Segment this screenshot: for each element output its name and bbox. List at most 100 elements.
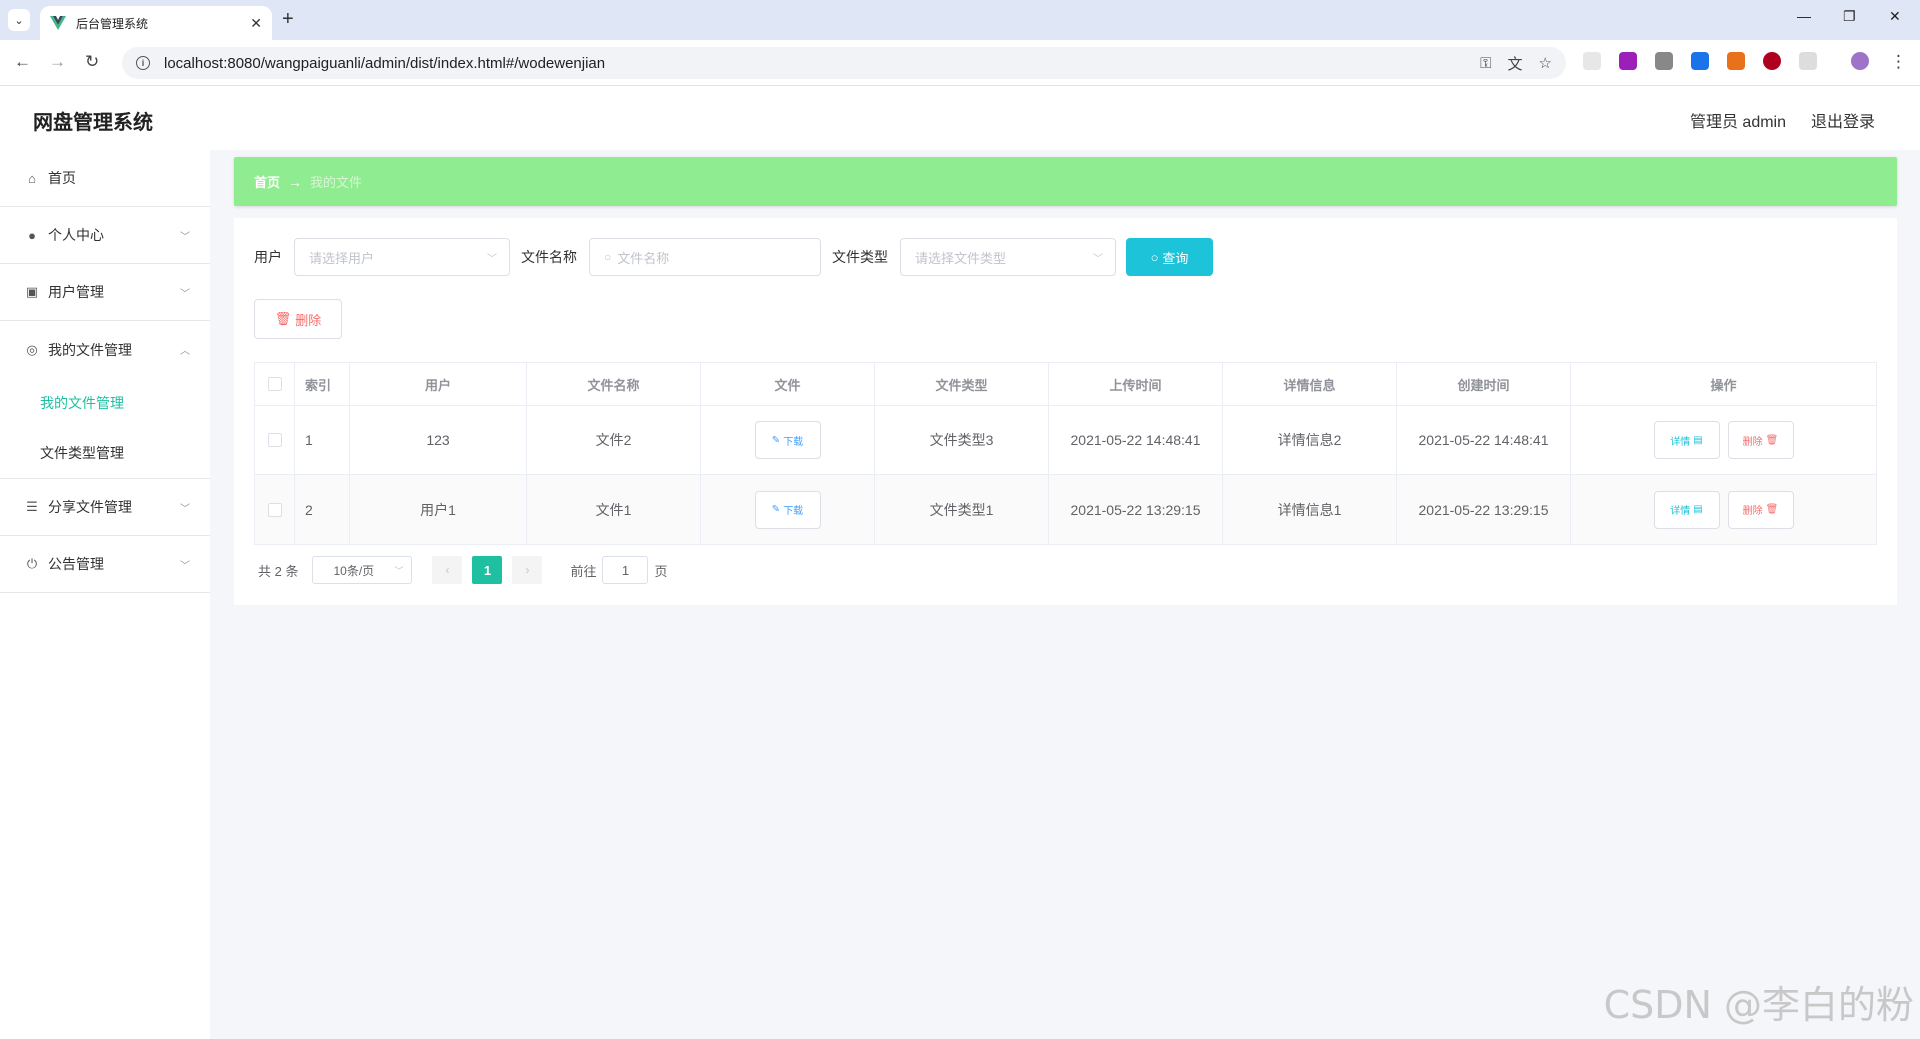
site-info-icon[interactable]: i — [136, 56, 150, 70]
submenu-item-my-files[interactable]: 我的文件管理 — [0, 378, 210, 428]
header-upload-time: 上传时间 — [1049, 363, 1223, 405]
compass-icon: ◎ — [26, 341, 38, 357]
sidebar-item-home[interactable]: ⌂ 首页 — [0, 150, 210, 207]
row-checkbox-cell — [255, 475, 295, 544]
sidebar: ⌂ 首页 ● 个人中心 ﹀ ▣ 用户管理 ﹀ ◎ 我的文件管理 ︿ 我的文件管理… — [0, 150, 210, 1039]
detail-button[interactable]: 详情 ▤ — [1653, 421, 1720, 459]
sidebar-item-shared-files[interactable]: ☰ 分享文件管理 ﹀ — [0, 479, 210, 536]
delete-label: 删除 — [1742, 506, 1763, 517]
detail-button[interactable]: 详情 ▤ — [1653, 490, 1720, 529]
cell-file-name: 文件1 — [527, 475, 701, 544]
cell-create-time: 2021-05-22 14:48:41 — [1397, 406, 1571, 474]
bookmark-star-icon[interactable]: ☆ — [1539, 54, 1552, 72]
app-header: 网盘管理系统 管理员 admin 退出登录 — [0, 86, 1920, 150]
browser-tab-bar: ⌄ 后台管理系统 ✕ + — ❐ ✕ — [0, 0, 1920, 40]
query-button[interactable]: ○ 查询 — [1126, 238, 1213, 276]
cell-file: ✎ 下载 — [701, 406, 875, 474]
extension-gray-icon[interactable] — [1655, 52, 1673, 70]
sidebar-item-users[interactable]: ▣ 用户管理 ﹀ — [0, 264, 210, 321]
type-filter-label: 文件类型 — [832, 249, 888, 265]
select-all-checkbox[interactable] — [267, 377, 282, 391]
breadcrumb-arrow-icon: → — [288, 173, 303, 190]
download-button[interactable]: ✎ 下载 — [754, 490, 821, 529]
row-checkbox[interactable] — [267, 433, 282, 447]
reload-icon[interactable]: ↻ — [85, 52, 99, 72]
header-create-time: 创建时间 — [1397, 363, 1571, 405]
extension-purple-icon[interactable] — [1619, 52, 1637, 70]
delete-row-button[interactable]: 删除 🗑 — [1727, 421, 1794, 459]
key-icon[interactable]: ⚿ — [1480, 55, 1491, 72]
delete-label: 删除 — [1742, 436, 1763, 448]
user-filter-label: 用户 — [254, 249, 282, 265]
sidebar-item-my-files[interactable]: ◎ 我的文件管理 ︿ — [0, 321, 210, 378]
translate-icon[interactable]: 文 — [1508, 53, 1523, 74]
forward-icon[interactable]: → — [49, 52, 66, 72]
chevron-down-icon: ﹀ — [180, 503, 190, 515]
address-bar[interactable]: i localhost:8080/wangpaiguanli/admin/dis… — [122, 47, 1566, 79]
file-type-select[interactable]: 请选择文件类型 ﹀ — [900, 238, 1116, 276]
cell-actions: 详情 ▤ 删除 🗑 — [1571, 475, 1876, 544]
sidebar-item-announcements[interactable]: ⏻ 公告管理 ﹀ — [0, 536, 210, 593]
user-select[interactable]: 请选择用户 ﹀ — [294, 238, 510, 276]
header-file-name: 文件名称 — [527, 363, 701, 405]
trash-icon: 🗑 — [1765, 434, 1779, 446]
table-header-row: 索引 用户 文件名称 文件 文件类型 上传时间 详情信息 创建时间 操作 — [255, 363, 1876, 406]
trash-icon: 🗑 — [274, 311, 292, 326]
row-checkbox-cell — [255, 406, 295, 474]
window-close-icon[interactable]: ✕ — [1889, 8, 1901, 25]
file-name-input[interactable]: ○ 文件名称 — [589, 238, 821, 276]
chevron-down-icon: ﹀ — [180, 560, 190, 572]
extension-cursor-icon[interactable] — [1583, 52, 1601, 70]
batch-delete-button[interactable]: 🗑 删除 — [254, 299, 342, 339]
new-tab-icon[interactable]: + — [282, 8, 294, 31]
download-label: 下载 — [783, 436, 804, 448]
logout-link[interactable]: 退出登录 — [1811, 108, 1875, 132]
goto-page-input[interactable]: 1 — [602, 556, 649, 584]
breadcrumb: 首页 → 我的文件 — [234, 157, 1897, 206]
minimize-icon[interactable]: — — [1797, 8, 1811, 24]
detail-label: 详情 — [1670, 436, 1691, 448]
clipboard-icon: ▣ — [25, 284, 39, 299]
cell-file-name: 文件2 — [527, 406, 701, 474]
download-button[interactable]: ✎ 下载 — [754, 421, 821, 459]
breadcrumb-home[interactable]: 首页 — [254, 172, 280, 191]
next-page-button[interactable]: › — [512, 556, 543, 584]
tab-list-button[interactable]: ⌄ — [8, 9, 30, 31]
browser-tab[interactable]: 后台管理系统 ✕ — [40, 6, 272, 40]
current-page-button[interactable]: 1 — [472, 556, 503, 584]
extensions-puzzle-icon[interactable] — [1799, 52, 1817, 70]
browser-menu-icon[interactable]: ⋮ — [1890, 52, 1907, 72]
restore-icon[interactable]: ❐ — [1843, 8, 1856, 25]
delete-row-button[interactable]: 删除 🗑 — [1727, 490, 1794, 529]
tab-close-icon[interactable]: ✕ — [250, 15, 262, 32]
header-file: 文件 — [701, 363, 875, 405]
goto-label: 前往 — [570, 563, 597, 579]
chevron-down-icon: ﹀ — [180, 231, 190, 243]
document-icon: ▤ — [1693, 434, 1703, 446]
sidebar-item-label: 公告管理 — [48, 556, 104, 572]
document-icon: ▤ — [1693, 504, 1703, 515]
download-label: 下载 — [783, 506, 804, 517]
submenu-item-file-types[interactable]: 文件类型管理 — [0, 428, 210, 478]
page-size-select[interactable]: 10条/页 ﹀ — [312, 556, 413, 584]
sidebar-item-label: 个人中心 — [48, 227, 104, 243]
extension-orange-icon[interactable] — [1727, 52, 1745, 70]
extension-blue-icon[interactable] — [1691, 52, 1709, 70]
app-title: 网盘管理系统 — [33, 112, 153, 134]
submenu-my-files: 我的文件管理 文件类型管理 — [0, 378, 210, 479]
profile-avatar-icon[interactable] — [1851, 52, 1869, 70]
cell-index: 2 — [295, 475, 350, 544]
cell-create-time: 2021-05-22 13:29:15 — [1397, 475, 1571, 544]
extension-shield-icon[interactable] — [1763, 52, 1781, 70]
name-filter-label: 文件名称 — [521, 249, 577, 265]
file-name-placeholder: 文件名称 — [617, 250, 670, 266]
sidebar-item-profile[interactable]: ● 个人中心 ﹀ — [0, 207, 210, 264]
back-icon[interactable]: ← — [14, 52, 31, 72]
row-checkbox[interactable] — [267, 502, 282, 517]
cell-user: 123 — [350, 406, 527, 474]
user-select-placeholder: 请选择用户 — [309, 250, 375, 266]
prev-page-button[interactable]: ‹ — [432, 556, 463, 584]
cell-index: 1 — [295, 406, 350, 474]
header-detail: 详情信息 — [1223, 363, 1397, 405]
filter-row: 用户 请选择用户 ﹀ 文件名称 ○ 文件名称 文件类型 请选择文件类型 ﹀ ○ … — [254, 238, 1213, 276]
